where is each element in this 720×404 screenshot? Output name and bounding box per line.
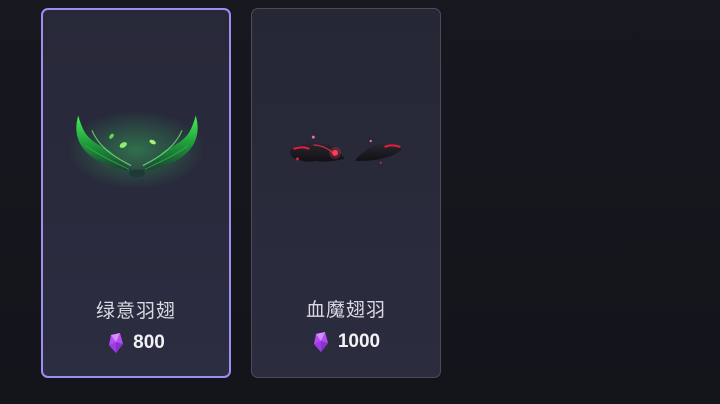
green-wings-image [67, 110, 205, 190]
item-name: 绿意羽翅 [95, 300, 176, 322]
item-price: 800 [133, 332, 165, 353]
price-row: 1000 [252, 331, 440, 353]
price-row: 800 [43, 332, 229, 354]
purple-gem-icon [109, 333, 124, 353]
wing-shop-grid: 绿意羽翅 800 血魔翅羽 1000 [0, 0, 720, 404]
item-price: 1000 [337, 331, 381, 352]
shop-item-card-blood-wings[interactable]: 血魔翅羽 1000 [251, 8, 441, 378]
blood-demon-wings-image [289, 135, 403, 164]
shop-item-card-green-wings[interactable]: 绿意羽翅 800 [41, 8, 231, 378]
item-name: 血魔翅羽 [305, 299, 386, 321]
purple-gem-icon [313, 332, 328, 352]
